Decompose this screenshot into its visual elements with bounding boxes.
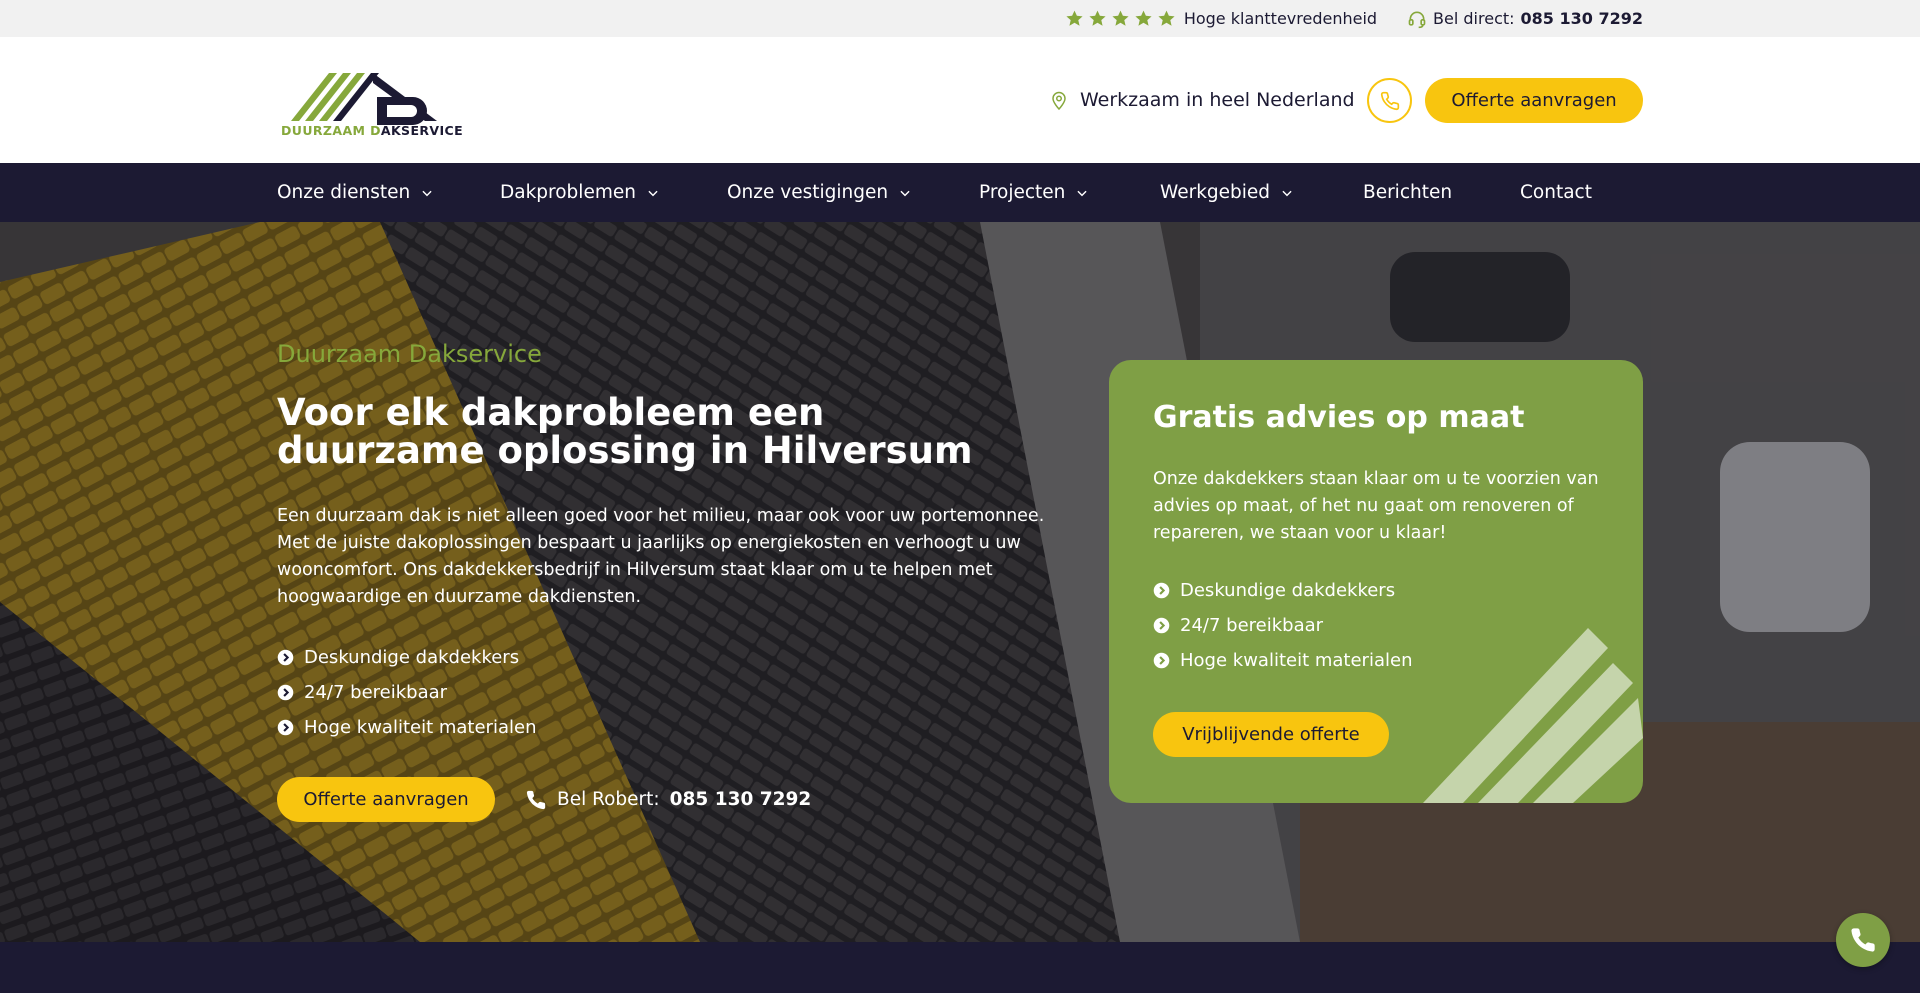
list-item: Deskundige dakdekkers bbox=[277, 645, 536, 669]
chevron-down-icon bbox=[1077, 190, 1088, 196]
rating-stars bbox=[1065, 9, 1176, 28]
phone-icon bbox=[1851, 928, 1875, 952]
main-nav: Onze diensten Dakproblemen Onze vestigin… bbox=[0, 163, 1920, 222]
list-item-label: Deskundige dakdekkers bbox=[304, 646, 520, 668]
call-number[interactable]: 085 130 7292 bbox=[1521, 9, 1643, 28]
header-quote-button[interactable]: Offerte aanvragen bbox=[1425, 78, 1643, 123]
decorative-stripes bbox=[1423, 628, 1643, 803]
star-icon bbox=[1135, 10, 1152, 26]
phone-icon bbox=[1380, 91, 1399, 110]
star-icon bbox=[1112, 10, 1129, 26]
top-bar: Hoge klanttevredenheid Bel direct: 085 1… bbox=[0, 0, 1920, 37]
nav-item-label: Onze diensten bbox=[277, 182, 411, 203]
bottom-band bbox=[0, 942, 1920, 993]
nav-item-label: Berichten bbox=[1363, 182, 1453, 203]
list-item-label: Hoge kwaliteit materialen bbox=[1180, 649, 1413, 671]
nav-item-onze-diensten[interactable]: Onze diensten bbox=[277, 163, 434, 222]
star-icon bbox=[1066, 10, 1083, 26]
chevron-down-icon bbox=[422, 190, 432, 196]
check-circle-icon bbox=[1153, 652, 1170, 668]
list-item: Hoge kwaliteit materialen bbox=[277, 715, 536, 739]
header-phone-button[interactable] bbox=[1367, 78, 1412, 123]
rating-text: Hoge klanttevredenheid bbox=[1183, 9, 1378, 28]
star-icon bbox=[1089, 10, 1106, 26]
free-quote-button[interactable]: Vrijblijvende offerte bbox=[1153, 712, 1389, 757]
logo-text: DUURZAAM DAKSERVICE bbox=[281, 123, 464, 138]
list-item: Hoge kwaliteit materialen bbox=[1153, 648, 1412, 672]
nav-item-label: Dakproblemen bbox=[500, 182, 636, 203]
nav-item-werkgebied[interactable]: Werkgebied bbox=[1160, 163, 1294, 222]
list-item-label: Hoge kwaliteit materialen bbox=[304, 716, 537, 738]
nav-item-dakproblemen[interactable]: Dakproblemen bbox=[500, 163, 660, 222]
bel-label: Bel Robert: bbox=[557, 789, 660, 810]
check-circle-icon bbox=[277, 649, 294, 665]
bel-robert-link[interactable]: Bel Robert: 085 130 7292 bbox=[525, 777, 811, 822]
rating: Hoge klanttevredenheid bbox=[1065, 9, 1377, 28]
location-pin-icon bbox=[1052, 91, 1066, 111]
header: DUURZAAM DAKSERVICE Werkzaam in heel Ned… bbox=[0, 37, 1920, 163]
check-circle-icon bbox=[1153, 582, 1170, 598]
nav-item-projecten[interactable]: Projecten bbox=[979, 163, 1089, 222]
nav-item-contact[interactable]: Contact bbox=[1520, 163, 1592, 222]
hero-quote-button[interactable]: Offerte aanvragen bbox=[277, 777, 495, 822]
list-item: 24/7 bereikbaar bbox=[277, 680, 536, 704]
hero-title: Voor elk dakprobleem een duurzame oploss… bbox=[277, 391, 973, 472]
list-item: Deskundige dakdekkers bbox=[1153, 578, 1412, 602]
nav-item-label: Onze vestigingen bbox=[727, 182, 889, 203]
call-label: Bel direct: bbox=[1433, 9, 1515, 28]
region-text: Werkzaam in heel Nederland bbox=[1080, 89, 1355, 111]
chevron-down-icon bbox=[648, 190, 658, 196]
hero-kicker: Duurzaam Dakservice bbox=[277, 340, 542, 368]
bel-number[interactable]: 085 130 7292 bbox=[670, 789, 812, 810]
headset-icon bbox=[1408, 11, 1426, 28]
nav-item-label: Werkgebied bbox=[1160, 182, 1271, 203]
hero-section: Duurzaam Dakservice Voor elk dakprobleem… bbox=[0, 222, 1920, 942]
nav-item-label: Contact bbox=[1520, 182, 1592, 203]
star-icon bbox=[1158, 10, 1175, 26]
nav-item-berichten[interactable]: Berichten bbox=[1363, 163, 1452, 222]
check-circle-icon bbox=[1153, 617, 1170, 633]
nav-item-onze-vestigingen[interactable]: Onze vestigingen bbox=[727, 163, 912, 222]
card-title: Gratis advies op maat bbox=[1153, 400, 1525, 435]
nav-item-label: Projecten bbox=[979, 182, 1066, 203]
service-region: Werkzaam in heel Nederland bbox=[1050, 37, 1355, 163]
hero-text: Een duurzaam dak is niet alleen goed voo… bbox=[277, 506, 1045, 607]
floating-call-button[interactable] bbox=[1836, 913, 1890, 967]
hero-check-list: Deskundige dakdekkers 24/7 bereikbaar Ho… bbox=[277, 645, 536, 739]
call-direct-link[interactable]: Bel direct: 085 130 7292 bbox=[1407, 9, 1643, 29]
chevron-down-icon bbox=[1282, 190, 1292, 196]
list-item-label: Deskundige dakdekkers bbox=[1180, 579, 1396, 601]
chevron-down-icon bbox=[900, 190, 910, 196]
check-circle-icon bbox=[277, 719, 294, 735]
list-item: 24/7 bereikbaar bbox=[1153, 613, 1412, 637]
list-item-label: 24/7 bereikbaar bbox=[1180, 614, 1324, 636]
list-item-label: 24/7 bereikbaar bbox=[304, 681, 448, 703]
advice-card: Gratis advies op maat Onze dakdekkers st… bbox=[1109, 360, 1643, 803]
card-text: Onze dakdekkers staan klaar om u te voor… bbox=[1153, 469, 1599, 543]
card-check-list: Deskundige dakdekkers 24/7 bereikbaar Ho… bbox=[1153, 578, 1412, 672]
check-circle-icon bbox=[277, 684, 294, 700]
phone-icon bbox=[526, 790, 546, 809]
